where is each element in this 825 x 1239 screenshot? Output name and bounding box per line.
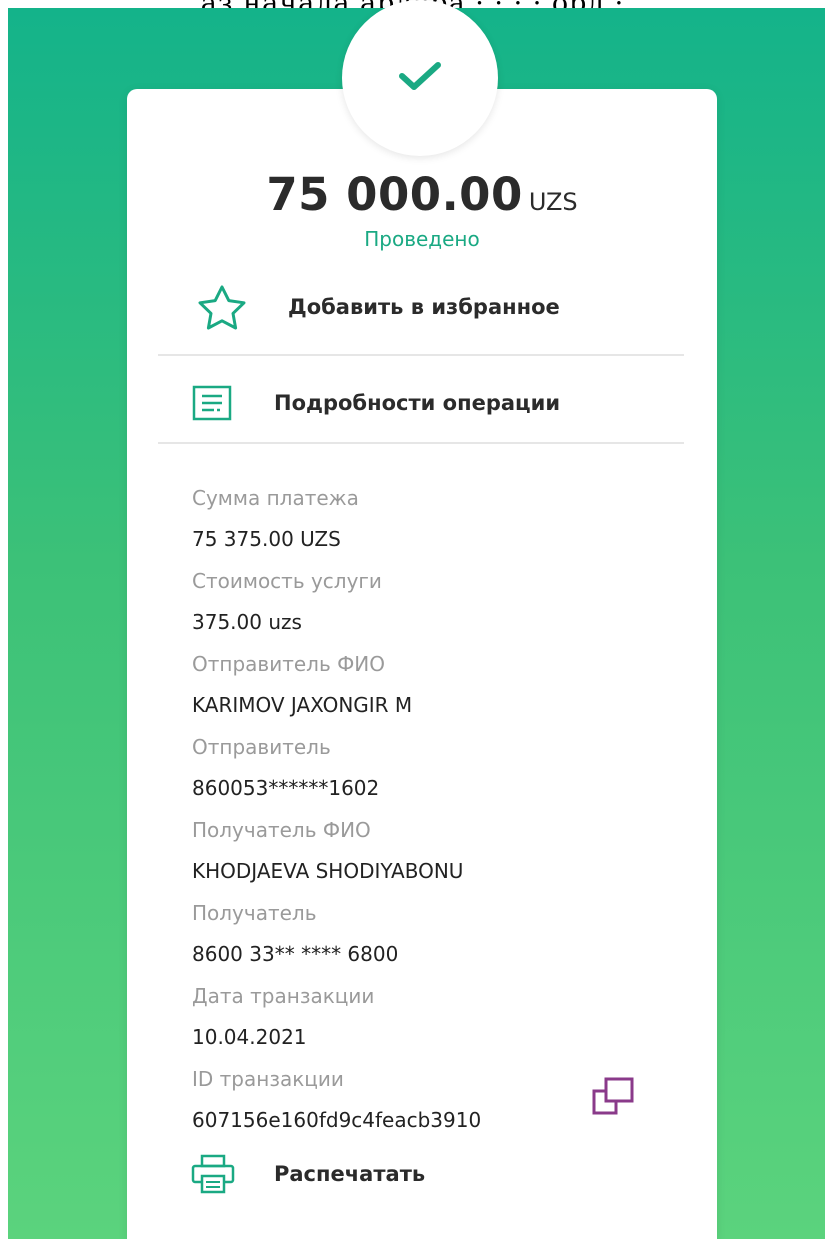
- printer-icon: [190, 1154, 236, 1194]
- success-badge: [342, 0, 498, 156]
- field-label-service-fee: Стоимость услуги: [192, 569, 382, 593]
- copy-icon: [588, 1077, 638, 1123]
- check-icon: [396, 59, 444, 97]
- field-label-recipient-card: Получатель: [192, 901, 317, 925]
- amount-currency: UZS: [528, 188, 578, 216]
- field-value-transaction-id: 607156e160fd9c4feacb3910: [192, 1108, 482, 1132]
- field-label-recipient-name: Получатель ФИО: [192, 818, 371, 842]
- operation-details-label: Подробности операции: [274, 391, 561, 415]
- field-value-recipient-name: KHODJAEVA SHODIYABONU: [192, 859, 464, 883]
- field-label-transaction-id: ID транзакции: [192, 1067, 344, 1091]
- field-label-payment-sum: Сумма платежа: [192, 486, 359, 510]
- field-label-sender-card: Отправитель: [192, 735, 331, 759]
- print-label: Распечатать: [274, 1162, 426, 1186]
- operation-details-button[interactable]: Подробности операции: [192, 385, 560, 421]
- field-label-sender-name: Отправитель ФИО: [192, 652, 386, 676]
- field-value-payment-sum: 75 375.00 UZS: [192, 527, 341, 551]
- field-label-transaction-date: Дата транзакции: [192, 984, 375, 1008]
- star-icon: [190, 284, 254, 330]
- divider: [158, 354, 684, 356]
- amount-value: 75 000.00: [266, 168, 523, 221]
- document-list-icon: [192, 385, 232, 421]
- field-value-sender-name: KARIMOV JAXONGIR M: [192, 693, 413, 717]
- add-to-favorites-button[interactable]: Добавить в избранное: [190, 284, 560, 330]
- field-value-service-fee: 375.00 uzs: [192, 610, 302, 634]
- field-value-transaction-date: 10.04.2021: [192, 1025, 307, 1049]
- status-text: Проведено: [364, 227, 480, 251]
- divider: [158, 442, 684, 444]
- field-value-sender-card: 860053******1602: [192, 776, 380, 800]
- print-button[interactable]: Распечатать: [190, 1154, 425, 1194]
- amount-row: 75 000.00 UZS: [127, 168, 717, 221]
- field-value-recipient-card: 8600 33** **** 6800: [192, 942, 399, 966]
- copy-transaction-id-button[interactable]: [588, 1075, 638, 1119]
- add-to-favorites-label: Добавить в избранное: [288, 295, 560, 319]
